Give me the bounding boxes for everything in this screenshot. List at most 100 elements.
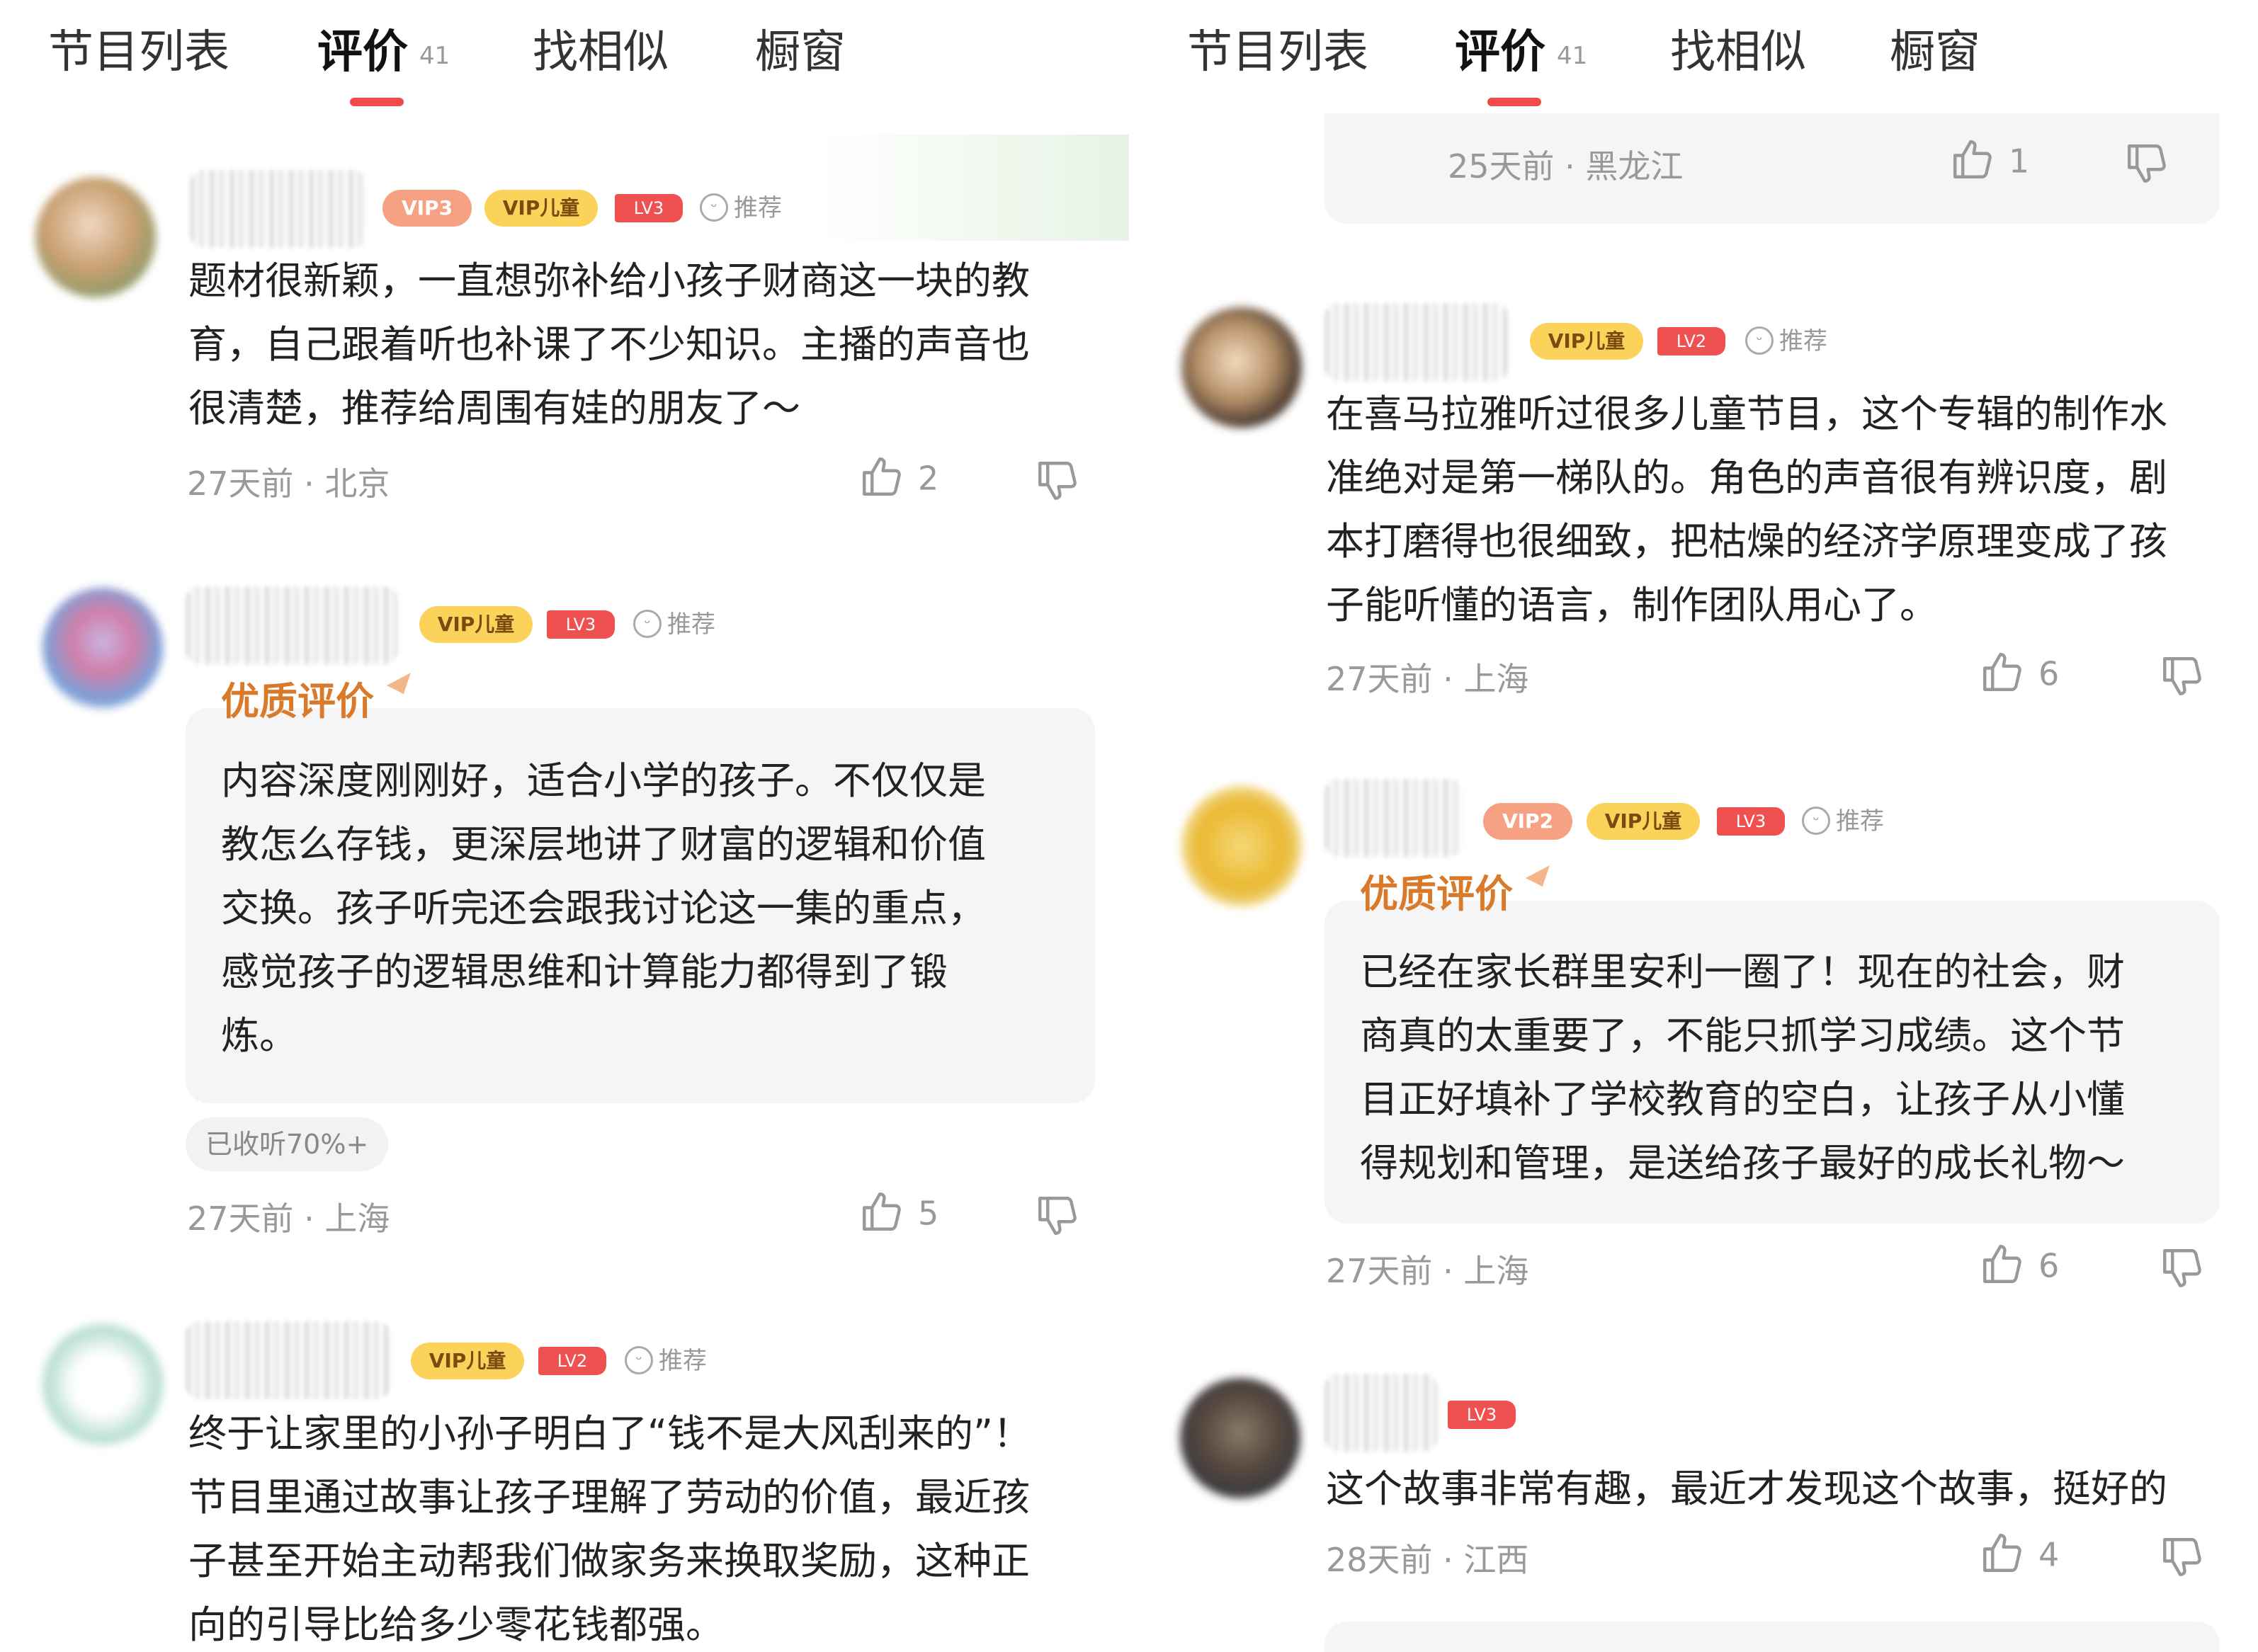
- tab-showcase[interactable]: 橱窗: [755, 30, 846, 75]
- like-button[interactable]: 2: [858, 457, 938, 504]
- right-screen: 节目列表 评价 41 找相似 橱窗 25天前 · 黑龙江 1 VIP儿童 LV2…: [1129, 0, 2258, 1652]
- review-line: 节目里通过故事让孩子理解了劳动的价值，最近孩: [188, 1475, 1030, 1520]
- like-count: 5: [918, 1194, 939, 1233]
- vip-kids-badge: VIP儿童: [1530, 323, 1643, 360]
- tab-program-list[interactable]: 节目列表: [1187, 30, 1368, 75]
- vip-kids-badge: VIP儿童: [419, 606, 533, 643]
- user-level-badge: LV3: [547, 610, 615, 639]
- avatar[interactable]: [1181, 307, 1302, 428]
- thumb-up-icon: [1983, 1245, 2021, 1283]
- dislike-button[interactable]: [2159, 1534, 2206, 1583]
- dislike-button[interactable]: [1034, 457, 1081, 507]
- like-count: 2: [918, 459, 939, 498]
- review-text: 已经在家长群里安利一圈了！现在的社会，财 商真的太重要了，不能只抓学习成绩。这个…: [1360, 940, 2217, 1195]
- username-blurred[interactable]: [186, 1321, 391, 1399]
- like-button[interactable]: 4: [1979, 1534, 2059, 1580]
- like-count: 6: [2038, 654, 2060, 693]
- vip-kids-badge: VIP儿童: [1587, 803, 1700, 840]
- tab-program-list[interactable]: 节目列表: [48, 30, 229, 75]
- thumb-down-icon: [2163, 1249, 2201, 1287]
- recommend-tag: ᵕ 推荐: [625, 1343, 707, 1379]
- username-blurred[interactable]: [1324, 303, 1509, 381]
- review-line: 准绝对是第一梯队的。角色的声音很有辨识度，剧: [1326, 455, 2167, 500]
- thumb-down-icon: [2128, 144, 2166, 183]
- vip-kids-badge: VIP儿童: [484, 190, 598, 227]
- review-line: 交换。孩子听完还会跟我讨论这一集的重点，: [221, 886, 986, 930]
- recommend-tag: ᵕ 推荐: [700, 190, 782, 227]
- tab-find-similar[interactable]: 找相似: [533, 30, 669, 75]
- left-screen: 节目列表 评价 41 找相似 橱窗 VIP3 VIP儿童 LV3 ᵕ 推荐 题材很…: [0, 0, 1129, 1652]
- recommend-tag: ᵕ 推荐: [1802, 803, 1884, 840]
- recommend-tag: ᵕ 推荐: [633, 606, 715, 643]
- user-level-badge: LV3: [615, 194, 683, 222]
- review-line: 向的引导比给多少零花钱都强。: [188, 1602, 724, 1647]
- vip-level-badge: VIP2: [1483, 803, 1572, 840]
- review-card-partial: [1324, 1622, 2220, 1652]
- review-line: 内容深度刚刚好，适合小学的孩子。不仅仅是: [221, 758, 986, 803]
- like-button[interactable]: 6: [1979, 653, 2059, 700]
- review-text: 题材很新颖，一直想弥补给小孩子财商这一块的教 育，自己跟着听也补课了不少知识。主…: [188, 249, 1109, 440]
- review-line: 已经在家长群里安利一圈了！现在的社会，财: [1360, 950, 2125, 994]
- recommend-label: 推荐: [734, 194, 782, 222]
- review-line: 感觉孩子的逻辑思维和计算能力都得到了锻: [221, 950, 948, 994]
- thumb-up-icon: [863, 457, 901, 496]
- thumb-down-icon: [2163, 1538, 2201, 1576]
- tab-active-indicator: [1487, 98, 1541, 106]
- like-count: 6: [2038, 1246, 2060, 1285]
- username-blurred[interactable]: [1324, 779, 1463, 857]
- like-button[interactable]: 1: [1949, 140, 2029, 187]
- review-text: 内容深度刚刚好，适合小学的孩子。不仅仅是 教怎么存钱，更深层地讲了财富的逻辑和价…: [221, 749, 1092, 1068]
- review-line: 子甚至开始主动帮我们做家务来换取奖励，这种正: [188, 1539, 1030, 1583]
- user-level-badge: LV3: [1448, 1401, 1516, 1429]
- recommend-label: 推荐: [1779, 327, 1827, 355]
- avatar[interactable]: [1180, 1378, 1300, 1498]
- like-count: 1: [2009, 142, 2030, 181]
- review-meta: 27天前 · 上海: [187, 1200, 390, 1238]
- avatar[interactable]: [42, 588, 163, 708]
- username-blurred[interactable]: [1324, 1374, 1438, 1452]
- review-text: 这个故事非常有趣，最近才发现这个故事，挺好的: [1326, 1457, 2247, 1521]
- tab-reviews-count: 41: [419, 42, 450, 70]
- tab-find-similar[interactable]: 找相似: [1670, 30, 1806, 75]
- listened-progress-pill: 已收听70%+: [186, 1117, 389, 1171]
- username-blurred[interactable]: [190, 170, 367, 248]
- review-text: 在喜马拉雅听过很多儿童节目，这个专辑的制作水 准绝对是第一梯队的。角色的声音很有…: [1326, 382, 2247, 637]
- dislike-button[interactable]: [2159, 653, 2206, 702]
- recommend-label: 推荐: [659, 1347, 707, 1375]
- review-line: 子能听懂的语言，制作团队用心了。: [1326, 583, 1938, 627]
- avatar[interactable]: [35, 177, 156, 297]
- username-blurred[interactable]: [186, 586, 398, 664]
- recommend-label: 推荐: [667, 610, 715, 639]
- user-level-badge: LV2: [1657, 327, 1725, 355]
- avatar[interactable]: [1181, 786, 1302, 906]
- review-line: 在喜马拉雅听过很多儿童节目，这个专辑的制作水: [1326, 392, 2167, 436]
- thumb-up-icon: [1983, 1534, 2021, 1572]
- quality-review-label: 优质评价: [1360, 872, 1513, 916]
- header-decoration: [815, 135, 1129, 241]
- vip-level-badge: VIP3: [382, 190, 472, 227]
- quality-review-label: 优质评价: [221, 679, 374, 724]
- recommend-face-icon: ᵕ: [700, 193, 728, 222]
- like-button[interactable]: 5: [858, 1192, 938, 1239]
- review-line: 教怎么存钱，更深层地讲了财富的逻辑和价值: [221, 822, 986, 867]
- dislike-button[interactable]: [2123, 140, 2170, 190]
- user-level-badge: LV2: [538, 1347, 606, 1375]
- thumb-up-icon: [863, 1192, 901, 1231]
- review-meta: 25天前 · 黑龙江: [1448, 147, 1684, 186]
- review-line: 终于让家里的小孙子明白了“钱不是大风刮来的”！: [188, 1411, 1031, 1456]
- review-meta: 27天前 · 上海: [1326, 1252, 1529, 1290]
- dislike-button[interactable]: [2159, 1245, 2206, 1294]
- recommend-face-icon: ᵕ: [633, 609, 662, 638]
- avatar[interactable]: [42, 1324, 163, 1445]
- recommend-face-icon: ᵕ: [625, 1345, 653, 1374]
- review-line: 题材很新颖，一直想弥补给小孩子财商这一块的教: [188, 258, 1030, 303]
- recommend-tag: ᵕ 推荐: [1745, 323, 1827, 360]
- tab-reviews[interactable]: 评价: [317, 30, 408, 75]
- recommend-face-icon: ᵕ: [1745, 326, 1774, 355]
- recommend-face-icon: ᵕ: [1802, 806, 1830, 835]
- like-button[interactable]: 6: [1979, 1245, 2059, 1292]
- dislike-button[interactable]: [1034, 1192, 1081, 1242]
- tab-showcase[interactable]: 橱窗: [1890, 30, 1980, 75]
- tab-reviews[interactable]: 评价: [1455, 30, 1545, 75]
- review-meta: 28天前 · 江西: [1326, 1541, 1529, 1579]
